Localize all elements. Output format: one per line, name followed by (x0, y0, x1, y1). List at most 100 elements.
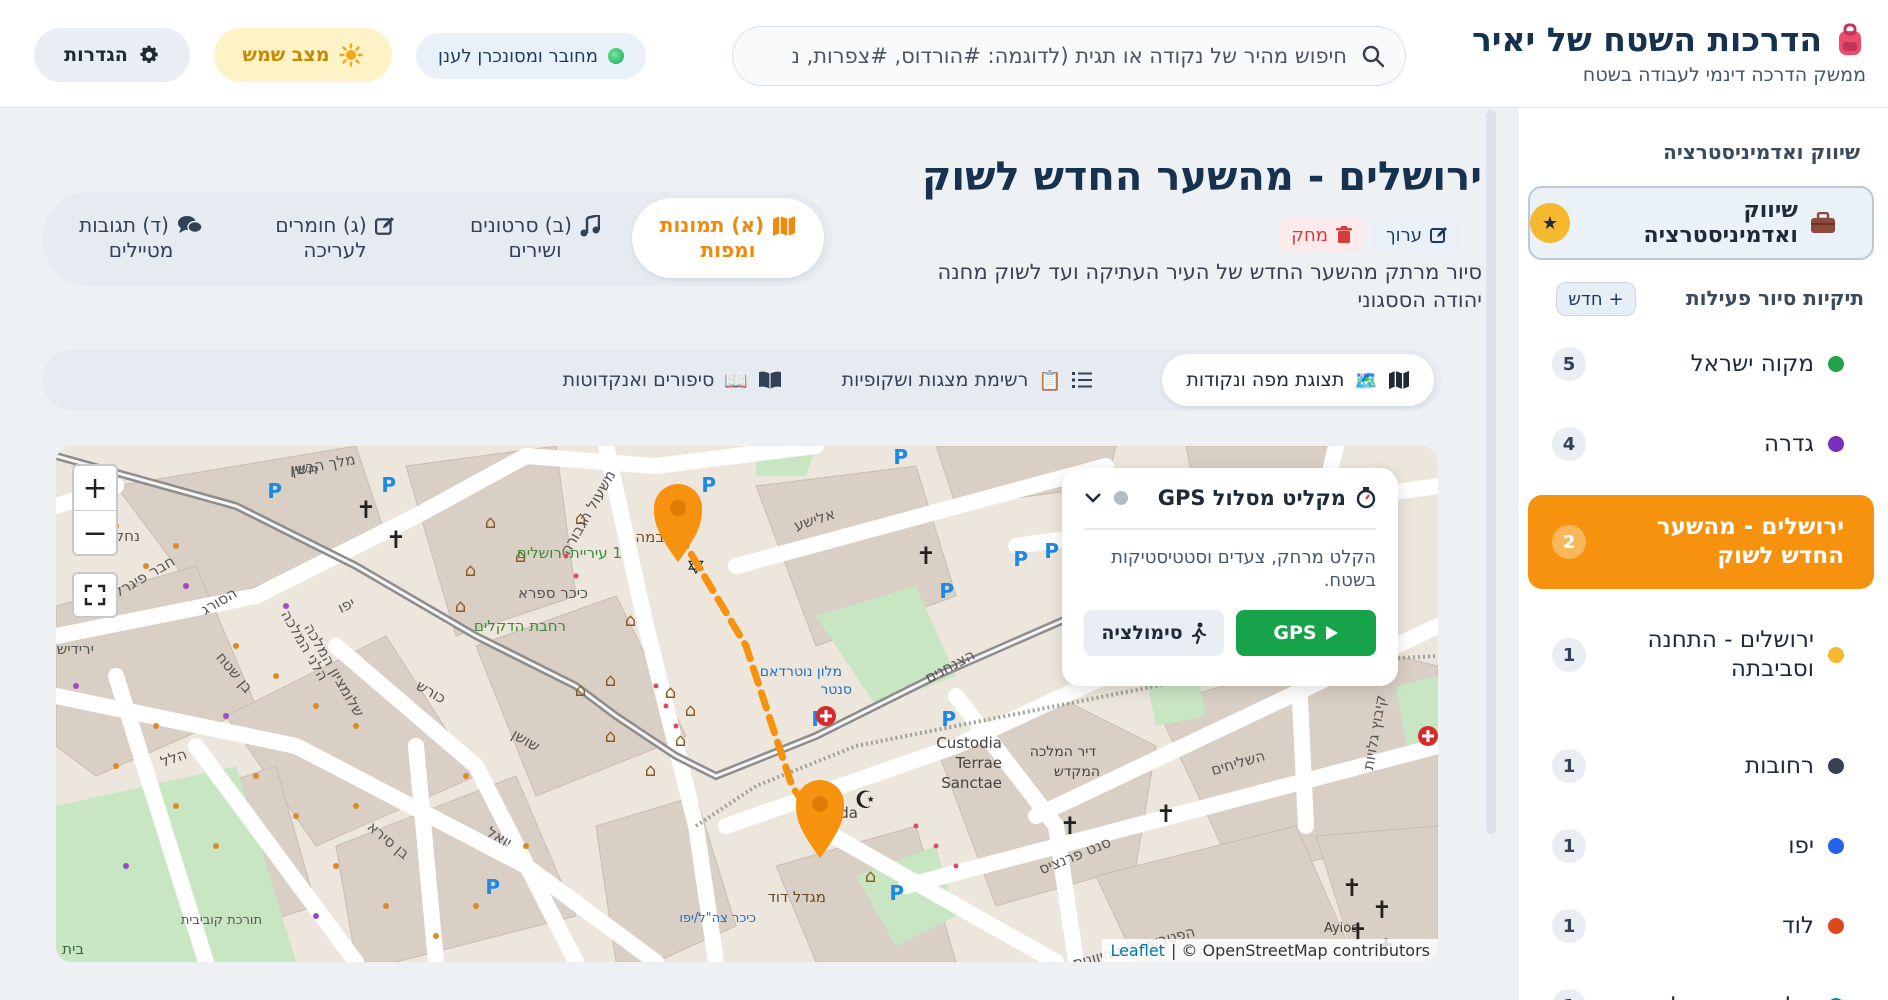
admin-marketing-label: שיווק ואדמיניסטרציה (1643, 198, 1798, 248)
tab-label: סיפורים ואנקדוטות (562, 369, 715, 391)
svg-text:✝: ✝ (1342, 874, 1362, 902)
sun-mode-button[interactable]: מצב שמש (214, 28, 392, 82)
sidebar-item-label: רחובות (1745, 752, 1814, 779)
tab-label: רשימת מצגות ושקופיות (841, 369, 1029, 391)
svg-text:תורכת קוביבית: תורכת קוביבית (181, 913, 262, 928)
walking-icon (1191, 622, 1207, 644)
book-icon (758, 370, 782, 390)
new-folder-button[interactable]: + חדש (1556, 282, 1636, 316)
svg-text:✝: ✝ (1372, 896, 1392, 924)
tab-hiker-comments[interactable]: (ד) תגובות מטיילים (46, 198, 236, 278)
sidebar-item-mikve-israel[interactable]: מקוה ישראל 5 (1528, 332, 1874, 396)
svg-text:P: P (939, 579, 954, 603)
admin-marketing-button[interactable]: שיווק ואדמיניסטרציה ★ (1528, 186, 1874, 260)
svg-text:⌂: ⌂ (685, 700, 696, 721)
svg-text:✝: ✝ (1060, 812, 1080, 840)
sidebar-item-jerusalem-station[interactable]: ירושלים - התחנה וסביבתה 1 (1528, 610, 1874, 700)
svg-text:Custodia: Custodia (936, 734, 1002, 752)
map-icon (1388, 370, 1410, 390)
sidebar-item-gedera[interactable]: גדרה 4 (1528, 412, 1874, 476)
folder-color-dot (1828, 436, 1844, 452)
tab-map-points[interactable]: 🗺️ תצוגת מפה ונקודות (1162, 354, 1434, 406)
svg-text:⌂: ⌂ (465, 560, 476, 581)
delete-button[interactable]: מחק (1279, 218, 1364, 252)
tab-label: תצוגת מפה ונקודות (1186, 369, 1345, 391)
fullscreen-button[interactable] (72, 572, 118, 618)
svg-text:⌂: ⌂ (665, 682, 676, 703)
svg-text:P: P (941, 707, 956, 731)
tour-title: ירושלים - מהשער החדש לשוק (921, 154, 1482, 200)
gps-start-label: GPS (1273, 622, 1317, 644)
zoom-in-button[interactable]: + (74, 466, 116, 511)
tab-label-2: ושירים (508, 238, 562, 262)
sun-mode-label: מצב שמש (242, 44, 330, 66)
leaflet-link[interactable]: Leaflet (1110, 941, 1164, 960)
svg-text:✝: ✝ (1156, 800, 1176, 828)
svg-text:סנטר: סנטר (820, 682, 852, 698)
open-book-emoji-icon: 📖 (724, 369, 748, 392)
sidebar: שיווק ואדמיניסטרציה שיווק ואדמיניסטרציה … (1517, 108, 1888, 1000)
tab-images-maps[interactable]: (א) תמונות ומפות (632, 198, 824, 278)
chevron-down-icon[interactable] (1084, 492, 1102, 504)
gps-description: הקלט מרחק, צעדים וסטטיסטיקות בשטח. (1111, 547, 1376, 591)
hospital-icon (1418, 726, 1438, 746)
sidebar-item-label: לוד (1782, 912, 1814, 939)
list-icon (1072, 371, 1092, 389)
svg-text:P: P (381, 473, 396, 497)
sidebar-item-label: תל אביב הנמל (1671, 992, 1814, 1000)
svg-text:Sanctae: Sanctae (941, 774, 1002, 792)
tab-videos-songs[interactable]: (ב) סרטונים ושירים (440, 198, 630, 278)
search-bar[interactable] (732, 26, 1406, 86)
tab-editing-materials[interactable]: (ג) חומרים לעריכה (240, 198, 430, 278)
osm-attribution: | © OpenStreetMap contributors (1170, 941, 1430, 960)
world-map-emoji-icon: 🗺️ (1354, 369, 1378, 392)
sidebar-item-tel-aviv-port[interactable]: תל אביב הנמל 1 (1528, 974, 1874, 1000)
tab-label: (ד) תגובות (79, 213, 169, 237)
svg-text:✝: ✝ (386, 526, 406, 554)
settings-button[interactable]: הגדרות (34, 28, 190, 82)
svg-text:⌂: ⌂ (455, 596, 466, 617)
trash-icon (1336, 226, 1352, 244)
gps-start-button[interactable]: GPS (1236, 610, 1376, 656)
edit-button[interactable]: ערוך (1374, 218, 1460, 252)
sidebar-item-rehovot[interactable]: רחובות 1 (1528, 734, 1874, 798)
search-input[interactable] (753, 44, 1347, 68)
folder-color-dot (1828, 356, 1844, 372)
app-title: הדרכות השטח של יאיר (1471, 20, 1822, 59)
gps-actions: GPS סימולציה (1084, 610, 1376, 656)
sidebar-item-jerusalem-new-gate[interactable]: ירושלים - מהשער החדש לשוק 2 (1528, 495, 1874, 589)
svg-text:P: P (267, 479, 282, 503)
folder-color-dot (1828, 918, 1844, 934)
clipboard-emoji-icon: 📋 (1038, 369, 1062, 392)
sidebar-item-label: מקוה ישראל (1690, 350, 1814, 377)
edit-label: ערוך (1386, 224, 1422, 246)
gear-icon (138, 44, 160, 66)
sidebar-item-jaffa[interactable]: יפו 1 (1528, 814, 1874, 878)
new-folder-label: חדש (1568, 288, 1603, 310)
tab-label-2: מטיילים (108, 238, 174, 262)
svg-text:1 עיריית ירושלים: 1 עיריית ירושלים (517, 544, 622, 562)
svg-text:⌂: ⌂ (485, 512, 496, 533)
svg-text:⌂: ⌂ (625, 610, 636, 631)
tab-label: (ג) חומרים (275, 213, 367, 237)
map-icon (772, 215, 796, 237)
folder-color-dot (1828, 758, 1844, 774)
recording-status-dot (1114, 491, 1128, 505)
search-icon (1361, 44, 1385, 68)
plus-icon: + (1608, 288, 1624, 310)
main-scrollbar[interactable] (1486, 110, 1496, 834)
tab-label-2: לעריכה (303, 238, 367, 262)
count-badge: 5 (1552, 347, 1586, 381)
count-badge: 1 (1552, 829, 1586, 863)
tab-stories[interactable]: 📖 סיפורים ואנקדוטות (539, 354, 806, 406)
gps-simulate-button[interactable]: סימולציה (1084, 610, 1224, 656)
sync-status: מחובר ומסונכרן לענן (416, 33, 646, 79)
sidebar-item-label: ירושלים - מהשער החדש לשוק (1656, 514, 1844, 569)
svg-text:כיכר ספרא: כיכר ספרא (518, 584, 588, 602)
zoom-out-button[interactable]: − (74, 511, 116, 556)
sidebar-item-lod[interactable]: לוד 1 (1528, 894, 1874, 958)
tab-slides-list[interactable]: 📋 רשימת מצגות ושקופיות (818, 354, 1116, 406)
svg-text:ירידיש: ירידיש (57, 640, 94, 658)
svg-text:⌂: ⌂ (645, 760, 656, 781)
brand-title: הדרכות השטח של יאיר (1471, 20, 1866, 59)
